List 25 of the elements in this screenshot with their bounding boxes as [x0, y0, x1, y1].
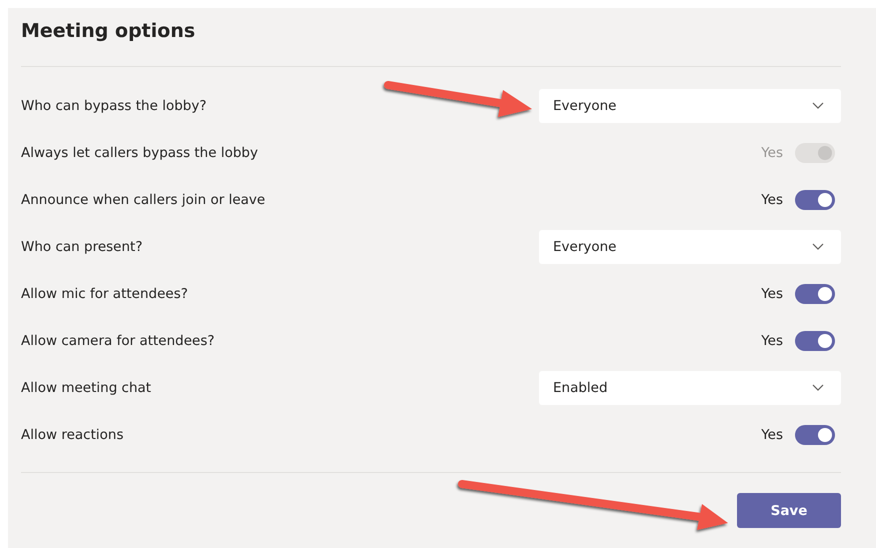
dropdown[interactable]: Everyone — [539, 230, 841, 264]
option-label: Who can present? — [21, 238, 142, 254]
chevron-down-icon — [812, 102, 824, 109]
save-button[interactable]: Save — [737, 493, 841, 528]
dropdown[interactable]: Everyone — [539, 88, 841, 122]
option-label: Allow mic for attendees? — [21, 286, 188, 302]
option-label: Allow meeting chat — [21, 380, 152, 396]
toggle-state-text: Yes — [761, 332, 783, 348]
toggle-state-text: Yes — [761, 286, 783, 302]
option-label: Announce when callers join or leave — [21, 192, 266, 208]
toggle-state-text: Yes — [761, 192, 783, 208]
chevron-down-icon — [812, 384, 824, 391]
toggle-state-text: Yes — [761, 144, 783, 160]
page-title: Meeting options — [21, 19, 196, 44]
dropdown[interactable]: Enabled — [539, 370, 841, 404]
toggle-switch[interactable] — [795, 424, 835, 444]
option-label: Allow reactions — [21, 426, 124, 442]
option-label: Who can bypass the lobby? — [21, 98, 207, 114]
chevron-down-icon — [812, 243, 824, 250]
option-label: Always let callers bypass the lobby — [21, 144, 258, 160]
option-label: Allow camera for attendees? — [21, 332, 215, 348]
toggle-switch[interactable] — [795, 284, 835, 304]
toggle-state-text: Yes — [761, 426, 783, 442]
toggle-switch[interactable] — [795, 190, 835, 210]
toggle-switch[interactable] — [795, 330, 835, 350]
